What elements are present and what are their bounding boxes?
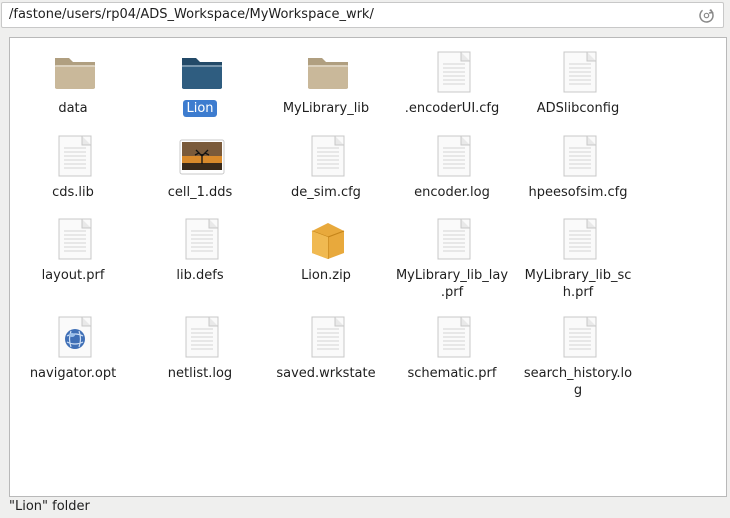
file-item[interactable]: hpeesofsim.cfg (515, 134, 641, 214)
file-name-text: MyLibrary_lib_sc h.prf (524, 268, 632, 300)
file-item[interactable]: netlist.log (137, 315, 263, 395)
file-item[interactable]: navigator.opt (10, 315, 136, 395)
file-name-text: hpeesofsim.cfg (528, 185, 628, 200)
document-icon (304, 315, 352, 359)
file-name-text: netlist.log (167, 366, 233, 381)
file-name-text: schematic.prf (407, 366, 497, 381)
file-name-text: search_history.lo g (523, 366, 633, 398)
file-name-label: lib.defs (137, 267, 263, 284)
file-item[interactable]: encoder.log (389, 134, 515, 214)
document-icon (178, 217, 226, 261)
file-item[interactable]: cds.lib (10, 134, 136, 214)
file-name-text: navigator.opt (29, 366, 117, 381)
file-item[interactable]: layout.prf (10, 217, 136, 297)
file-name-label: search_history.lo g (515, 365, 641, 399)
globe-document-icon (51, 315, 99, 359)
file-name-label: cds.lib (10, 184, 136, 201)
file-name-text: cell_1.dds (167, 185, 233, 200)
file-name-text: Lion.zip (301, 268, 351, 283)
file-name-text: de_sim.cfg (291, 185, 361, 200)
file-item[interactable]: ADSlibconfig (515, 50, 641, 130)
document-icon (430, 315, 478, 359)
file-item[interactable]: de_sim.cfg (263, 134, 389, 214)
file-item[interactable]: Lion.zip (263, 217, 389, 297)
file-name-label: Lion.zip (263, 267, 389, 284)
file-name-label: MyLibrary_lib (263, 100, 389, 117)
file-name-label: schematic.prf (389, 365, 515, 382)
document-icon (556, 315, 604, 359)
file-name-label: navigator.opt (10, 365, 136, 382)
file-name-text: layout.prf (41, 268, 105, 283)
document-icon (51, 134, 99, 178)
file-name-label: .encoderUI.cfg (389, 100, 515, 117)
file-item[interactable]: Lion (137, 50, 263, 130)
file-icon-view[interactable]: data Lion MyLibrary_lib .encoderUI.cfg A… (9, 37, 727, 497)
file-name-label: saved.wrkstate (263, 365, 389, 382)
file-name-label: cell_1.dds (137, 184, 263, 201)
document-icon (430, 217, 478, 261)
file-name-text: MyLibrary_lib (282, 101, 370, 116)
file-name-label: encoder.log (389, 184, 515, 201)
file-name-label: ADSlibconfig (515, 100, 641, 117)
document-icon (430, 134, 478, 178)
document-icon (556, 217, 604, 261)
file-item[interactable]: MyLibrary_lib_sc h.prf (515, 217, 641, 300)
file-name-text: saved.wrkstate (276, 366, 376, 381)
file-name-text: MyLibrary_lib_lay .prf (395, 268, 509, 300)
document-icon (304, 134, 352, 178)
file-name-text: .encoderUI.cfg (404, 101, 500, 116)
file-item[interactable]: .encoderUI.cfg (389, 50, 515, 130)
file-item[interactable]: data (10, 50, 136, 130)
file-item[interactable]: MyLibrary_lib_lay .prf (389, 217, 515, 300)
file-name-text: lib.defs (176, 268, 224, 283)
file-name-text: ADSlibconfig (536, 101, 620, 116)
document-icon (178, 315, 226, 359)
file-name-label: de_sim.cfg (263, 184, 389, 201)
document-icon (51, 217, 99, 261)
file-item[interactable]: search_history.lo g (515, 315, 641, 398)
file-name-label: layout.prf (10, 267, 136, 284)
document-icon (556, 50, 604, 94)
path-text[interactable]: /fastone/users/rp04/ADS_Workspace/MyWork… (9, 7, 374, 22)
folder-icon (304, 50, 352, 94)
file-name-text: Lion (183, 100, 217, 117)
document-icon (430, 50, 478, 94)
image-icon (178, 134, 226, 178)
file-item[interactable]: schematic.prf (389, 315, 515, 395)
file-name-label: Lion (137, 100, 263, 117)
folder-icon (178, 50, 226, 94)
file-name-label: netlist.log (137, 365, 263, 382)
file-item[interactable]: saved.wrkstate (263, 315, 389, 395)
status-bar: "Lion" folder (9, 499, 90, 514)
file-name-label: MyLibrary_lib_sc h.prf (515, 267, 641, 301)
document-icon (556, 134, 604, 178)
folder-icon (51, 50, 99, 94)
file-name-text: encoder.log (414, 185, 490, 200)
file-name-label: MyLibrary_lib_lay .prf (389, 267, 515, 301)
location-bar[interactable]: /fastone/users/rp04/ADS_Workspace/MyWork… (1, 2, 724, 28)
file-name-label: hpeesofsim.cfg (515, 184, 641, 201)
file-item[interactable]: cell_1.dds (137, 134, 263, 214)
file-item[interactable]: MyLibrary_lib (263, 50, 389, 130)
file-name-text: data (58, 101, 88, 116)
file-item[interactable]: lib.defs (137, 217, 263, 297)
file-name-text: cds.lib (52, 185, 94, 200)
refresh-icon[interactable] (698, 7, 715, 24)
archive-icon (304, 217, 352, 261)
file-name-label: data (10, 100, 136, 117)
